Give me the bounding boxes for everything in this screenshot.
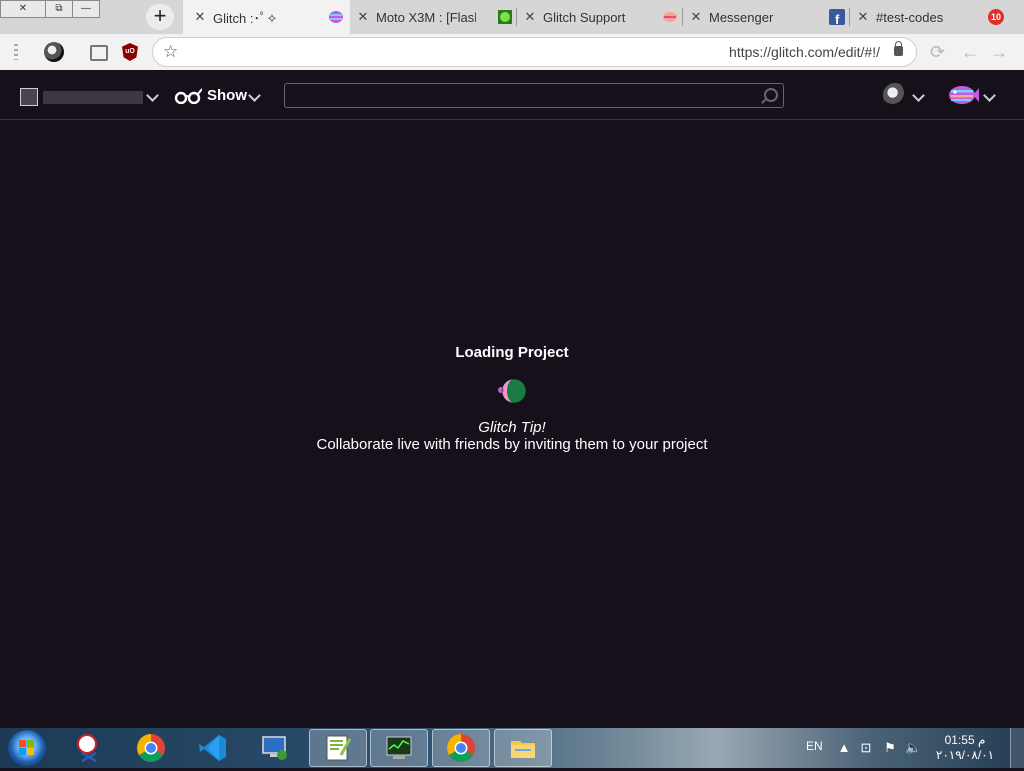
svg-text:f: f xyxy=(835,12,840,25)
chrome-icon xyxy=(137,734,165,762)
taskbar-vscode[interactable] xyxy=(184,729,242,767)
window-controls: ✕ ⧉ — xyxy=(0,0,100,18)
address-bar[interactable]: ☆ https://glitch.com/edit/#!/ xyxy=(153,38,916,66)
windows-logo-icon xyxy=(19,740,34,755)
close-tab-icon[interactable]: ✕ xyxy=(523,9,537,25)
window-minimize-button[interactable]: — xyxy=(72,0,100,18)
taskbar-chrome[interactable] xyxy=(122,729,180,767)
show-button[interactable]: Show xyxy=(174,87,247,104)
clock-date: ٢٠١٩/٠٨/٠١ xyxy=(935,748,995,762)
tab-title: Messenger xyxy=(709,9,774,25)
close-tab-icon[interactable]: ✕ xyxy=(193,9,207,25)
bookmark-star-icon[interactable]: ☆ xyxy=(163,42,178,62)
glitch-fish-logo-icon[interactable] xyxy=(947,84,979,106)
close-tab-icon[interactable]: ✕ xyxy=(856,9,870,25)
vscode-icon xyxy=(199,735,226,761)
sunglasses-icon xyxy=(174,87,202,104)
snipping-tool-icon xyxy=(77,734,97,763)
tip-text: Collaborate live with friends by invitin… xyxy=(316,436,708,453)
chevron-down-icon[interactable] xyxy=(983,89,996,102)
tab-test-codes[interactable]: ✕ #test-codes 10 xyxy=(850,0,1010,34)
windows-taskbar: EN ▲ ⊡ ⚑ 🔈 01:55 م ٢٠١٩/٠٨/٠١ xyxy=(0,728,1024,768)
tab-title: Glitch Support xyxy=(543,9,626,25)
drag-handle-icon[interactable] xyxy=(14,44,18,60)
loading-spinner-icon xyxy=(498,378,527,404)
editor-loading-area: Loading Project Glitch Tip! Collaborate … xyxy=(0,120,1024,728)
task-manager-icon xyxy=(386,736,412,759)
ublock-icon[interactable]: uO xyxy=(122,43,138,61)
window-restore-button[interactable]: ⧉ xyxy=(45,0,73,18)
facebook-icon: f xyxy=(829,9,845,25)
show-label: Show xyxy=(207,87,247,104)
folder-icon xyxy=(511,741,535,758)
system-clock[interactable]: 01:55 م ٢٠١٩/٠٨/٠١ xyxy=(930,733,1000,763)
taskbar-task-manager[interactable] xyxy=(370,729,428,767)
forward-arrow-icon[interactable]: → xyxy=(990,42,1008,63)
network-icon[interactable]: ⊡ xyxy=(858,740,874,756)
back-arrow-icon[interactable]: ← xyxy=(961,42,979,63)
browser-toolbar: uO ☆ https://glitch.com/edit/#!/ ⟳ ← → xyxy=(0,34,1024,70)
browser-tab-strip: ✕ ⧉ — + ✕ Glitch :･ﾟ✧ ✕ Moto X3M : [Flas… xyxy=(0,0,1024,34)
loading-title: Loading Project xyxy=(455,344,569,361)
lock-icon[interactable] xyxy=(894,41,903,56)
window-close-button[interactable]: ✕ xyxy=(0,0,46,18)
taskbar-remote-desktop[interactable] xyxy=(246,729,304,767)
chevron-down-icon[interactable] xyxy=(248,89,261,102)
profile-avatar-icon[interactable] xyxy=(44,42,64,62)
search-icon[interactable] xyxy=(764,88,778,102)
notepad-plus-plus-icon xyxy=(326,735,352,761)
show-desktop-button[interactable] xyxy=(1010,728,1024,768)
taskbar-chrome-active[interactable] xyxy=(432,729,490,767)
language-indicator[interactable]: EN xyxy=(806,739,823,753)
reload-icon[interactable]: ⟳ xyxy=(930,42,945,63)
glitch-support-icon xyxy=(663,12,677,22)
taskbar-notepadpp[interactable] xyxy=(309,729,367,767)
volume-icon[interactable]: 🔈 xyxy=(905,740,921,756)
tab-title: #test-codes xyxy=(876,9,944,25)
chevron-down-icon[interactable] xyxy=(146,89,159,102)
remote-desktop-icon xyxy=(262,736,287,760)
project-name-placeholder[interactable] xyxy=(43,91,143,104)
project-avatar[interactable] xyxy=(20,88,38,106)
tab-title: Moto X3M : [Flash] xyxy=(376,9,476,25)
tab-glitch[interactable]: ✕ Glitch :･ﾟ✧ xyxy=(183,0,350,34)
search-input[interactable] xyxy=(284,83,784,108)
notification-badge-icon: 10 xyxy=(988,9,1004,25)
tab-moto-x3m[interactable]: ✕ Moto X3M : [Flash] xyxy=(350,0,515,34)
url-text[interactable]: https://glitch.com/edit/#!/ xyxy=(729,44,880,60)
taskbar-snipping-tool[interactable] xyxy=(60,729,118,767)
tab-messenger[interactable]: ✕ Messenger f xyxy=(683,0,848,34)
start-button[interactable] xyxy=(8,730,46,766)
tab-glitch-support[interactable]: ✕ Glitch Support xyxy=(517,0,681,34)
user-avatar[interactable] xyxy=(883,83,907,107)
new-tab-button[interactable]: + xyxy=(146,4,174,30)
chevron-down-icon[interactable] xyxy=(912,89,925,102)
close-tab-icon[interactable]: ✕ xyxy=(356,9,370,25)
taskbar-file-explorer[interactable] xyxy=(494,729,552,767)
cast-icon[interactable] xyxy=(90,45,108,61)
glitch-header: Show xyxy=(0,70,1024,120)
tip-title: Glitch Tip! xyxy=(478,419,546,436)
glitch-fish-icon xyxy=(329,11,343,23)
chrome-icon xyxy=(447,734,475,762)
clock-time: 01:55 م xyxy=(944,733,986,747)
tab-title: Glitch :･ﾟ✧ xyxy=(213,10,278,26)
action-center-flag-icon[interactable]: ⚑ xyxy=(882,740,898,756)
close-tab-icon[interactable]: ✕ xyxy=(689,9,703,25)
show-hidden-icons-icon[interactable]: ▲ xyxy=(836,740,852,756)
game-icon xyxy=(498,10,512,24)
